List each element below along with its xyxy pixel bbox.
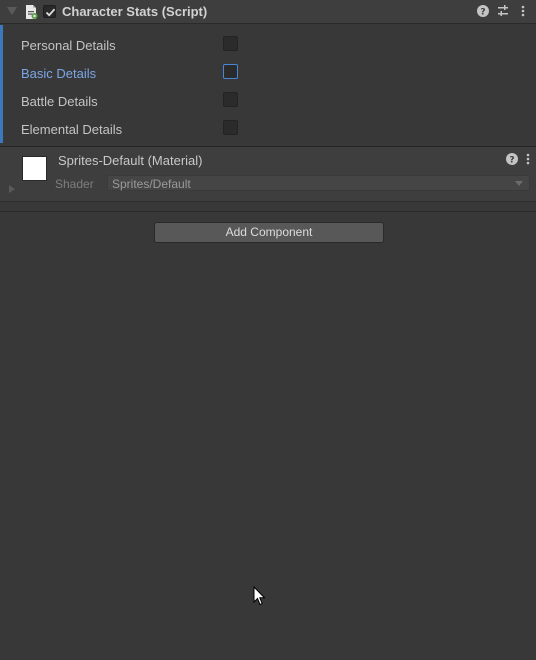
component-enabled-checkbox[interactable] (43, 5, 56, 18)
kebab-menu-icon[interactable] (516, 4, 530, 18)
basic-details-checkbox[interactable] (223, 64, 238, 79)
field-basic-details[interactable]: Basic Details (21, 63, 521, 83)
material-preview-swatch[interactable] (22, 156, 47, 181)
material-kebab-menu-icon[interactable] (521, 152, 535, 166)
field-personal-details[interactable]: Personal Details (21, 35, 521, 55)
mouse-cursor-icon (253, 586, 266, 606)
svg-text:?: ? (480, 8, 485, 18)
script-fields: Personal Details Basic Details Battle De… (0, 25, 536, 146)
add-component-button[interactable]: Add Component (154, 222, 384, 243)
preset-icon[interactable] (496, 4, 510, 18)
inspector-panel: Character Stats (Script) ? Personal Deta… (0, 0, 536, 660)
script-icon (26, 5, 38, 19)
component-title: Character Stats (Script) (62, 4, 208, 19)
field-label: Elemental Details (21, 122, 123, 137)
selection-accent-bar (0, 25, 3, 143)
shader-label: Shader (55, 177, 94, 191)
shader-dropdown[interactable]: Sprites/Default (107, 175, 530, 191)
personal-details-checkbox[interactable] (223, 36, 238, 51)
material-section: Sprites-Default (Material) ? Shader Spri… (0, 147, 536, 201)
material-help-icon[interactable]: ? (505, 152, 519, 166)
divider (0, 201, 536, 202)
dropdown-arrow-icon (515, 181, 523, 186)
checkmark-icon (45, 8, 56, 17)
field-label: Personal Details (21, 38, 116, 53)
material-title: Sprites-Default (Material) (58, 153, 203, 168)
elemental-details-checkbox[interactable] (223, 120, 238, 135)
field-elemental-details[interactable]: Elemental Details (21, 119, 521, 139)
svg-text:?: ? (509, 156, 514, 166)
field-battle-details[interactable]: Battle Details (21, 91, 521, 111)
foldout-arrow-icon[interactable] (7, 7, 17, 15)
field-label: Battle Details (21, 94, 98, 109)
shader-value: Sprites/Default (112, 177, 191, 191)
divider (0, 211, 536, 212)
help-icon[interactable]: ? (476, 4, 490, 18)
battle-details-checkbox[interactable] (223, 92, 238, 107)
field-label: Basic Details (21, 66, 97, 81)
component-header[interactable]: Character Stats (Script) ? (0, 0, 536, 24)
material-foldout-arrow-icon[interactable] (9, 185, 15, 193)
